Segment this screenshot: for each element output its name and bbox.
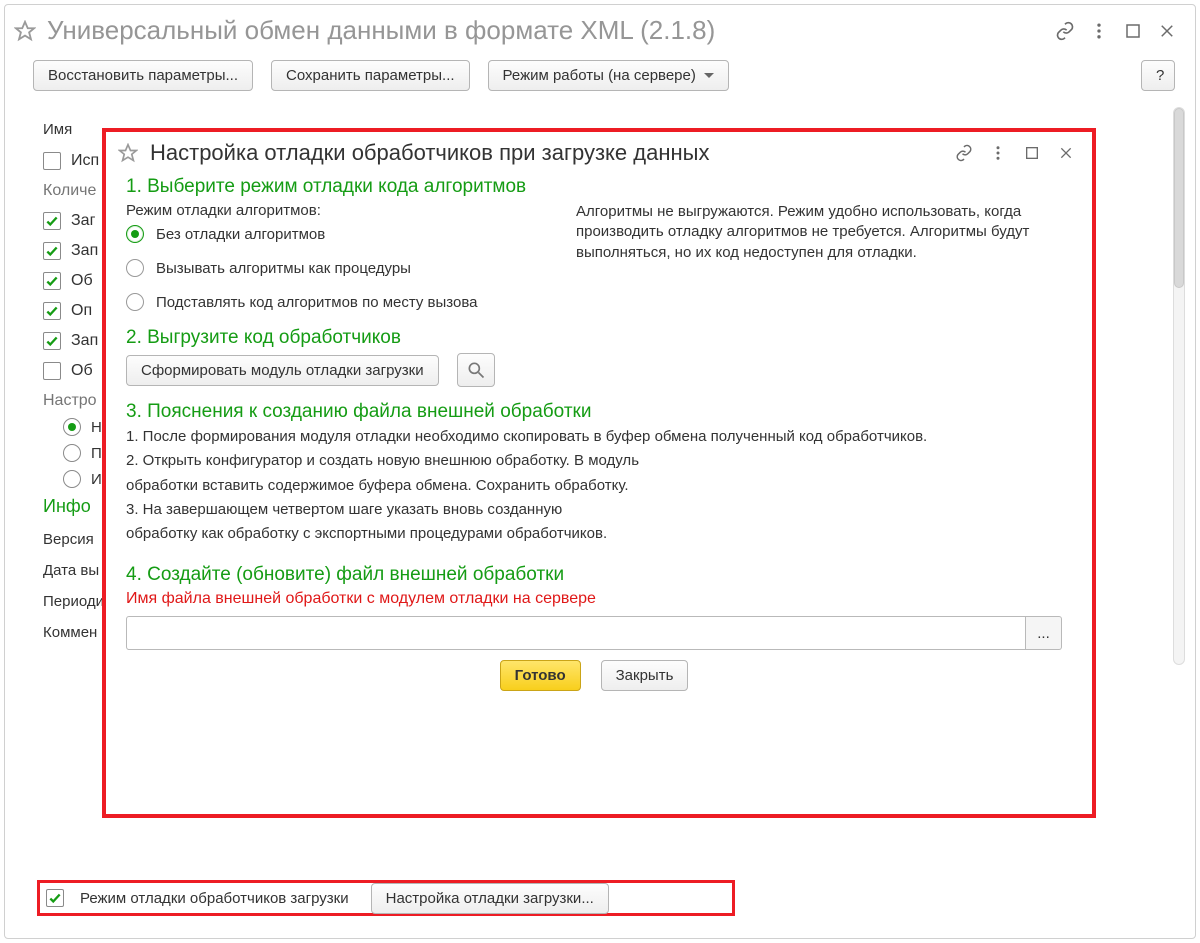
radio-inline-code[interactable] <box>126 293 144 311</box>
help-button[interactable]: ? <box>1141 60 1175 91</box>
radio-as-procedures-label: Вызывать алгоритмы как процедуры <box>156 260 411 277</box>
step3-heading: 3. Пояснения к созданию файла внешней об… <box>126 401 1062 423</box>
step3-p3a: 3. На завершающем четвертом шаге указать… <box>126 500 1062 520</box>
save-params-button[interactable]: Сохранить параметры... <box>271 60 470 91</box>
radio-inline-code-label: Подставлять код алгоритмов по месту вызо… <box>156 294 478 311</box>
label-load: Заг <box>71 212 95 230</box>
checkbox-debug-mode[interactable] <box>46 889 64 907</box>
step3-p1: 1. После формирования модуля отладки нео… <box>126 427 1062 447</box>
file-browse-button[interactable]: ... <box>1026 616 1062 650</box>
step2-heading: 2. Выгрузите код обработчиков <box>126 327 1062 349</box>
dialog-close-icon[interactable] <box>1054 141 1078 165</box>
debug-settings-dialog: Настройка отладки обработчиков при загру… <box>102 128 1096 818</box>
restore-params-button[interactable]: Восстановить параметры... <box>33 60 253 91</box>
main-title: Универсальный обмен данными в формате XM… <box>47 15 1043 46</box>
main-titlebar: Универсальный обмен данными в формате XM… <box>5 5 1195 60</box>
debug-mode-label: Режим отладки обработчиков загрузки <box>80 890 349 907</box>
checkbox-obr[interactable] <box>43 362 61 380</box>
dialog-body: 1. Выберите режим отладки кода алгоритмо… <box>106 166 1092 814</box>
step4-heading: 4. Создайте (обновите) файл внешней обра… <box>126 564 1062 586</box>
done-button[interactable]: Готово <box>500 660 581 691</box>
step3-p2a: 2. Открыть конфигуратор и создать новую … <box>126 451 1062 471</box>
checkbox-use[interactable] <box>43 152 61 170</box>
work-mode-button[interactable]: Режим работы (на сервере) <box>488 60 729 91</box>
radio-as-procedures[interactable] <box>126 259 144 277</box>
file-path-input[interactable] <box>126 616 1026 650</box>
checkbox-record2[interactable] <box>43 332 61 350</box>
step3-p2b: обработки вставить содержимое буфера обм… <box>126 476 1062 496</box>
step3-p3b: обработку как обработку с экспортными пр… <box>126 524 1062 544</box>
label-record2: Зап <box>71 332 98 350</box>
radio-no-debug[interactable] <box>126 225 144 243</box>
label-obr: Об <box>71 362 93 380</box>
file-row: ... <box>126 616 1062 650</box>
scrollbar-thumb[interactable] <box>1174 108 1184 288</box>
checkbox-record[interactable] <box>43 242 61 260</box>
mode-label: Режим отладки алгоритмов: <box>126 202 546 219</box>
dialog-title: Настройка отладки обработчиков при загру… <box>150 140 942 166</box>
file-label: Имя файла внешней обработки с модулем от… <box>126 590 1062 608</box>
radio-no-debug-label: Без отладки алгоритмов <box>156 226 325 243</box>
checkbox-opt[interactable] <box>43 302 61 320</box>
scrollbar[interactable] <box>1173 107 1185 665</box>
dialog-footer: Готово Закрыть <box>126 660 1062 691</box>
step1-content: Режим отладки алгоритмов: Без отладки ал… <box>126 202 1062 317</box>
mode-description: Алгоритмы не выгружаются. Режим удобно и… <box>576 202 1062 317</box>
label-opt: Оп <box>71 302 92 320</box>
label-obj: Об <box>71 272 93 290</box>
dialog-star-icon[interactable] <box>116 141 140 165</box>
checkbox-load[interactable] <box>43 212 61 230</box>
checkbox-obj[interactable] <box>43 272 61 290</box>
debug-row-highlight: Режим отладки обработчиков загрузки Наст… <box>37 880 735 916</box>
maximize-icon[interactable] <box>1121 19 1145 43</box>
radio-per[interactable] <box>63 444 81 462</box>
close-button[interactable]: Закрыть <box>601 660 689 691</box>
close-icon[interactable] <box>1155 19 1179 43</box>
debug-settings-button[interactable]: Настройка отладки загрузки... <box>371 883 609 914</box>
dialog-maximize-icon[interactable] <box>1020 141 1044 165</box>
dialog-link-icon[interactable] <box>952 141 976 165</box>
label-record: Зап <box>71 242 98 260</box>
generate-module-button[interactable]: Сформировать модуль отладки загрузки <box>126 355 439 386</box>
step1-heading: 1. Выберите режим отладки кода алгоритмо… <box>126 176 1062 198</box>
inspect-button[interactable] <box>457 353 495 387</box>
dialog-titlebar: Настройка отладки обработчиков при загру… <box>106 132 1092 166</box>
main-toolbar: Восстановить параметры... Сохранить пара… <box>5 60 1195 97</box>
kebab-icon[interactable] <box>1087 19 1111 43</box>
link-icon[interactable] <box>1053 19 1077 43</box>
label-use: Исп <box>71 152 99 170</box>
radio-isp[interactable] <box>63 470 81 488</box>
radio-no[interactable] <box>63 418 81 436</box>
dialog-kebab-icon[interactable] <box>986 141 1010 165</box>
star-icon[interactable] <box>13 19 37 43</box>
step3-text: 1. После формирования модуля отладки нео… <box>126 427 1062 544</box>
